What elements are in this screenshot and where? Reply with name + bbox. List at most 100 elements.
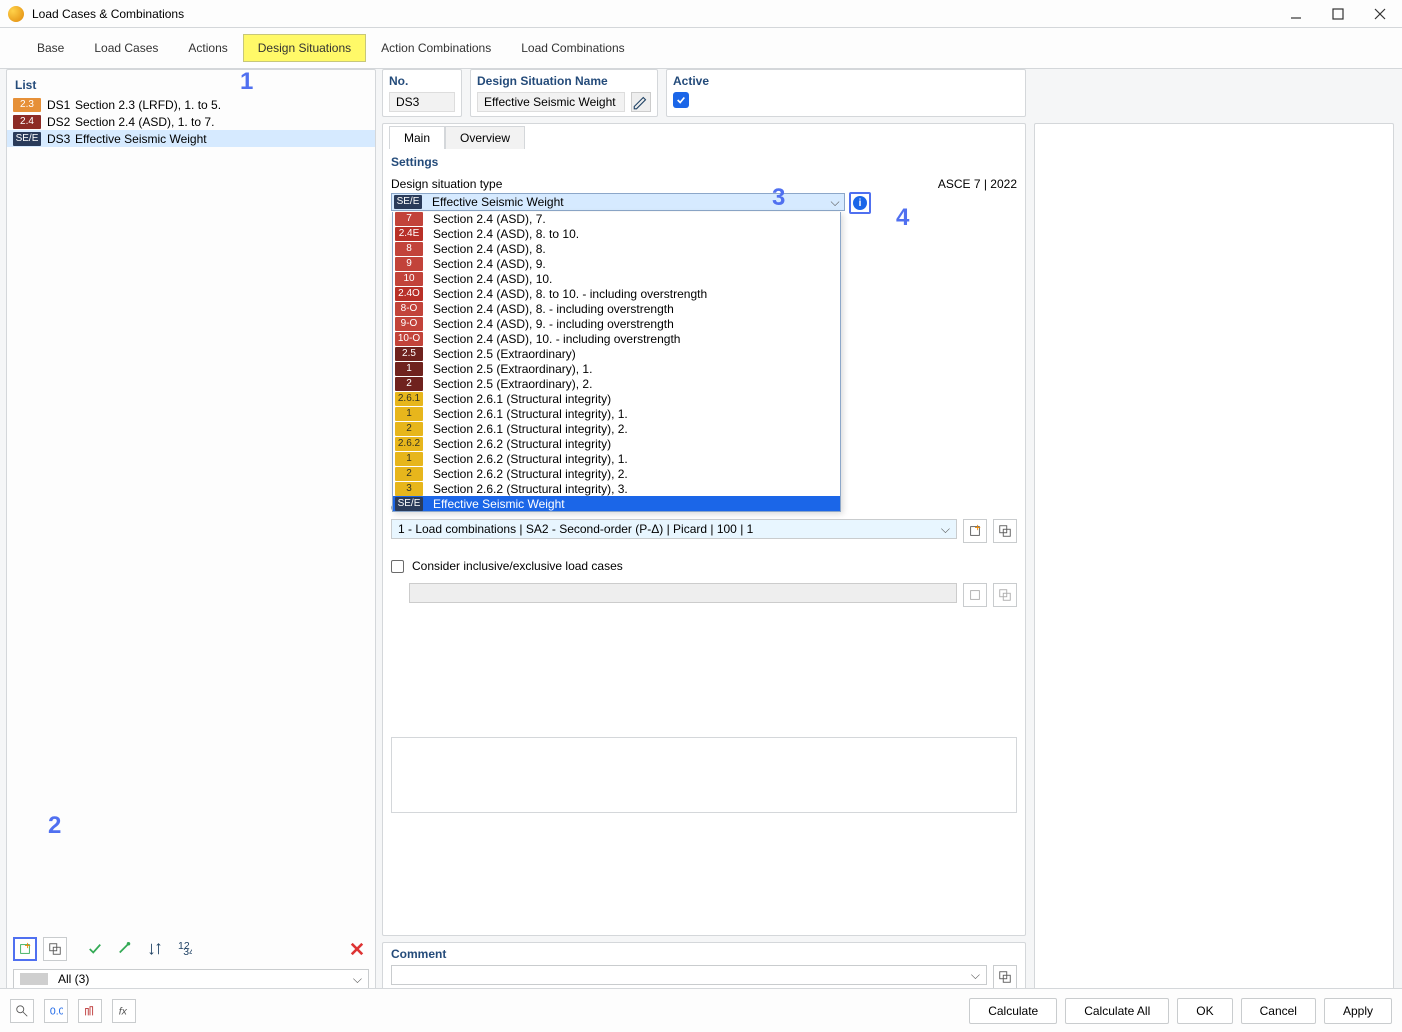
wizard-select[interactable]: 1 - Load combinations | SA2 - Second-ord… (391, 519, 957, 539)
active-checkbox[interactable] (673, 92, 689, 108)
type-dropdown-list[interactable]: 7Section 2.4 (ASD), 7.2.4ESection 2.4 (A… (392, 212, 841, 512)
dropdown-option[interactable]: 1Section 2.5 (Extraordinary), 1. (393, 361, 840, 376)
wizard-edit-button[interactable] (993, 519, 1017, 543)
dropdown-option[interactable]: 1Section 2.6.1 (Structural integrity), 1… (393, 406, 840, 421)
list-rows: 2.3DS1Section 2.3 (LRFD), 1. to 5.2.4DS2… (7, 96, 375, 147)
dropdown-option[interactable]: 2Section 2.6.1 (Structural integrity), 2… (393, 421, 840, 436)
dropdown-option[interactable]: 2.4OSection 2.4 (ASD), 8. to 10. - inclu… (393, 286, 840, 301)
tab-load-combinations[interactable]: Load Combinations (506, 34, 639, 62)
selected-badge: SE/E (394, 195, 422, 209)
tab-design-situations[interactable]: Design Situations (243, 34, 366, 62)
type-dropdown[interactable]: SE/E Effective Seismic Weight i 7Section… (391, 193, 845, 211)
dropdown-option[interactable]: 10Section 2.4 (ASD), 10. (393, 271, 840, 286)
renumber-button[interactable]: 1234 (173, 937, 197, 961)
dropdown-option[interactable]: 7Section 2.4 (ASD), 7. (393, 212, 840, 226)
copy-item-button[interactable] (43, 937, 67, 961)
sort-button[interactable] (143, 937, 167, 961)
main-tabbar: BaseLoad CasesActionsDesign SituationsAc… (0, 28, 1402, 69)
type-label: Design situation type (391, 177, 502, 191)
info-button[interactable]: i (849, 192, 871, 214)
active-label: Active (673, 74, 1019, 92)
dropdown-option[interactable]: 2.4ESection 2.4 (ASD), 8. to 10. (393, 226, 840, 241)
no-label: No. (389, 74, 455, 92)
search-button[interactable] (10, 999, 34, 1023)
filter-value: All (3) (58, 972, 89, 986)
dropdown-option[interactable]: 2Section 2.6.2 (Structural integrity), 2… (393, 466, 840, 481)
dropdown-option[interactable]: 8Section 2.4 (ASD), 8. (393, 241, 840, 256)
dropdown-option[interactable]: 2.6.2Section 2.6.2 (Structural integrity… (393, 436, 840, 451)
settings-panel: Settings Design situation type ASCE 7 | … (383, 149, 1025, 935)
tab-load-cases[interactable]: Load Cases (79, 34, 173, 62)
inner-tab-overview[interactable]: Overview (445, 126, 525, 149)
left-toolbar: 1234 (7, 933, 375, 965)
active-box: Active (666, 69, 1026, 117)
dropdown-option[interactable]: 1Section 2.6.2 (Structural integrity), 1… (393, 451, 840, 466)
comment-input[interactable] (391, 965, 987, 985)
dropdown-option[interactable]: 9-OSection 2.4 (ASD), 9. - including ove… (393, 316, 840, 331)
dropdown-option[interactable]: 2.6.1Section 2.6.1 (Structural integrity… (393, 391, 840, 406)
tab-action-combinations[interactable]: Action Combinations (366, 34, 506, 62)
titlebar: Load Cases & Combinations (0, 0, 1402, 28)
delete-button[interactable] (345, 937, 369, 961)
settings-header: Settings (391, 155, 1017, 169)
inclusive-edit-button[interactable] (993, 583, 1017, 607)
svg-text:34: 34 (183, 946, 192, 956)
left-pane: List 2.3DS1Section 2.3 (LRFD), 1. to 5.2… (6, 69, 376, 994)
edit-name-button[interactable] (631, 92, 651, 112)
selected-text: Effective Seismic Weight (428, 195, 826, 209)
dropdown-option[interactable]: 10-OSection 2.4 (ASD), 10. - including o… (393, 331, 840, 346)
inner-tabs: MainOverview (383, 124, 1025, 149)
svg-text:fx: fx (119, 1005, 128, 1017)
tab-base[interactable]: Base (22, 34, 79, 62)
settings-blank-area (391, 737, 1017, 813)
footer: 0.00 fx Calculate Calculate All OK Cancel Ap… (0, 988, 1402, 1032)
check-all-button[interactable] (83, 937, 107, 961)
wizard-button[interactable] (113, 937, 137, 961)
comment-label: Comment (391, 947, 1017, 965)
dropdown-option[interactable]: 2Section 2.5 (Extraordinary), 2. (393, 376, 840, 391)
inclusive-label: Consider inclusive/exclusive load cases (412, 559, 623, 573)
apply-button[interactable]: Apply (1324, 998, 1392, 1024)
dropdown-option[interactable]: 9Section 2.4 (ASD), 9. (393, 256, 840, 271)
ok-button[interactable]: OK (1177, 998, 1232, 1024)
filter-select[interactable]: All (3) (13, 969, 369, 989)
name-label: Design Situation Name (477, 74, 651, 92)
close-button[interactable] (1366, 4, 1394, 24)
dropdown-option[interactable]: 3Section 2.6.2 (Structural integrity), 3… (393, 481, 840, 496)
name-box: Design Situation Name Effective Seismic … (470, 69, 658, 117)
no-value[interactable]: DS3 (389, 92, 455, 112)
list-row[interactable]: 2.4DS2Section 2.4 (ASD), 1. to 7. (7, 113, 375, 130)
dropdown-option[interactable]: SE/EEffective Seismic Weight (393, 496, 840, 511)
comment-library-button[interactable] (993, 965, 1017, 989)
svg-text:0.00: 0.00 (50, 1005, 63, 1017)
model-button[interactable] (78, 999, 102, 1023)
inclusive-new-button[interactable] (963, 583, 987, 607)
no-box: No. DS3 (382, 69, 462, 117)
list-row[interactable]: SE/EDS3Effective Seismic Weight (7, 130, 375, 147)
window-title: Load Cases & Combinations (32, 7, 1282, 21)
comment-box: Comment (382, 942, 1026, 994)
inclusive-field (409, 583, 957, 603)
list-row[interactable]: 2.3DS1Section 2.3 (LRFD), 1. to 5. (7, 96, 375, 113)
standard-label: ASCE 7 | 2022 (938, 177, 1017, 191)
units-button[interactable]: 0.00 (44, 999, 68, 1023)
cancel-button[interactable]: Cancel (1241, 998, 1316, 1024)
chevron-down-icon (826, 195, 844, 210)
dropdown-option[interactable]: 2.5Section 2.5 (Extraordinary) (393, 346, 840, 361)
minimize-button[interactable] (1282, 4, 1310, 24)
preview-panel (1034, 123, 1394, 994)
maximize-button[interactable] (1324, 4, 1352, 24)
calculate-button[interactable]: Calculate (969, 998, 1057, 1024)
name-value[interactable]: Effective Seismic Weight (477, 92, 625, 112)
app-icon (8, 6, 24, 22)
new-item-button[interactable] (13, 937, 37, 961)
calculate-all-button[interactable]: Calculate All (1065, 998, 1169, 1024)
function-button[interactable]: fx (112, 999, 136, 1023)
dropdown-option[interactable]: 8-OSection 2.4 (ASD), 8. - including ove… (393, 301, 840, 316)
wizard-new-button[interactable] (963, 519, 987, 543)
list-header: List (7, 78, 375, 96)
tab-actions[interactable]: Actions (173, 34, 242, 62)
inner-tab-main[interactable]: Main (389, 126, 445, 149)
inclusive-checkbox[interactable] (391, 560, 404, 573)
wizard-value: 1 - Load combinations | SA2 - Second-ord… (398, 522, 753, 536)
